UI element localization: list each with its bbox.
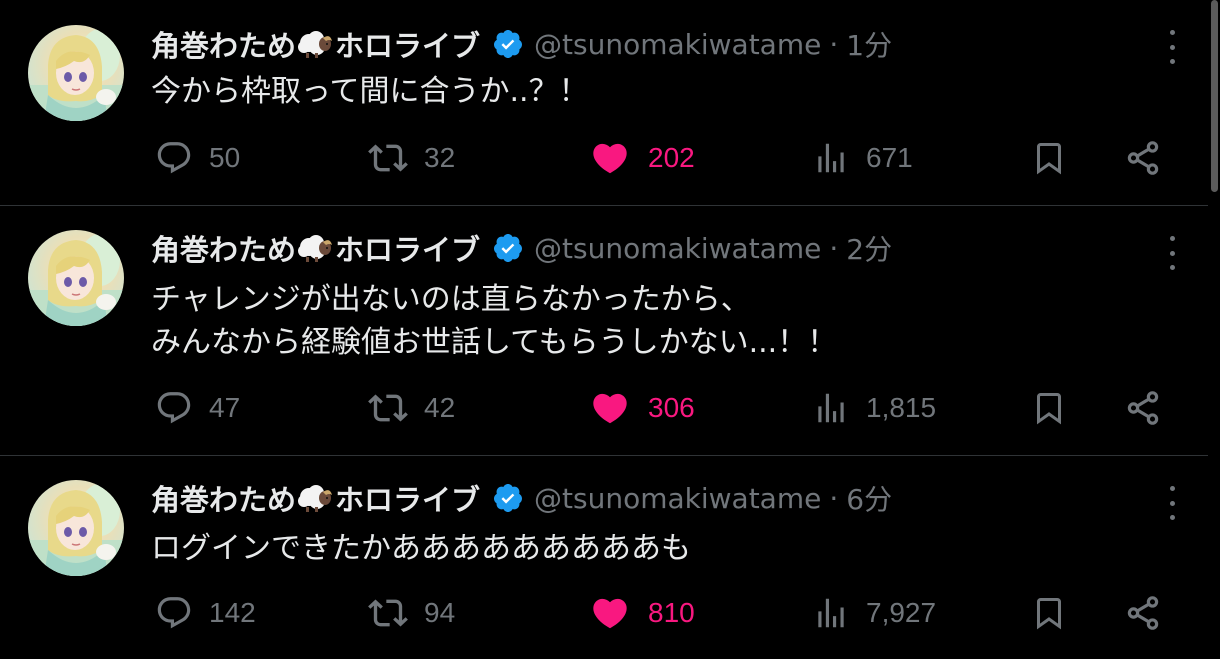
like-button[interactable]: 202 [590,136,695,180]
views-icon [818,393,844,423]
user-handle[interactable]: @tsunomakiwatame [534,28,821,61]
reply-count: 50 [209,142,241,173]
reply-icon [157,392,191,424]
heart-icon [593,598,627,629]
repost-icon [368,394,408,422]
tweet[interactable]: 角巻わため ホロライブ [0,207,1208,456]
verified-badge-icon [492,28,524,60]
repost-button[interactable]: 42 [368,386,455,430]
bookmark-icon [1037,143,1061,175]
separator-dot: · [829,231,839,265]
tweet-text-line: ログインできたかあああああああああも [151,531,691,566]
reply-button[interactable]: 50 [155,136,240,180]
bookmark-icon [1037,393,1061,425]
repost-icon [368,144,408,172]
more-icon[interactable] [1160,236,1184,270]
verified-badge-icon [492,482,524,514]
like-button[interactable]: 306 [590,386,695,430]
repost-button[interactable]: 94 [368,591,455,635]
separator-dot: · [829,27,839,61]
reply-button[interactable]: 47 [155,386,240,430]
tweet[interactable]: 角巻わため ホロライブ [0,457,1208,659]
bookmark-button[interactable] [1031,136,1067,180]
display-name-suffix[interactable]: ホロライブ [335,23,480,65]
bookmark-button[interactable] [1031,591,1067,635]
repost-count: 94 [424,597,456,628]
repost-count: 32 [424,142,456,173]
more-icon[interactable] [1160,30,1184,64]
scrollbar-thumb[interactable] [1211,0,1218,192]
display-name[interactable]: 角巻わため [151,227,296,269]
avatar[interactable] [28,480,124,576]
timeline-feed: 角巻わため ホロライブ @tsunomakiwatame · 1分 今から枠取っ… [0,0,1208,659]
repost-count: 42 [424,392,456,423]
reply-icon [157,597,191,629]
sheep-icon [296,483,334,513]
share-icon [1127,141,1159,175]
avatar[interactable] [28,230,124,326]
tweet-header: 角巻わため ホロライブ [151,24,892,64]
tweet-text-line: チャレンジが出ないのは直らなかったから、 [151,282,751,317]
views-button[interactable]: 1,815 [812,386,936,430]
action-bar: 50 32 202 671 [0,136,1208,180]
tweet-text: チャレンジが出ないのは直らなかったから、 みんなから経験値お世話してもらうしかな… [151,278,837,364]
views-count: 7,927 [866,597,937,628]
display-name-suffix[interactable]: ホロライブ [335,477,480,519]
repost-icon [368,599,408,627]
separator-dot: · [829,481,839,515]
display-name[interactable]: 角巻わため [151,23,296,65]
tweet-text: ログインできたかあああああああああも [151,527,691,570]
action-bar: 47 42 306 1,815 [0,386,1208,430]
repost-button[interactable]: 32 [368,136,455,180]
like-count: 202 [648,142,695,173]
views-icon [818,598,844,628]
bookmark-button[interactable] [1031,386,1067,430]
tweet[interactable]: 角巻わため ホロライブ [0,0,1208,206]
sheep-icon [296,29,334,59]
tweet-header: 角巻わため ホロライブ [151,228,892,268]
timestamp[interactable]: 6分 [846,478,892,518]
tweet-text-line: みんなから経験値お世話してもらうしかない...！！ [151,325,838,360]
tweet-text: 今から枠取って間に合うか..？！ [151,70,589,113]
tweet-text-line: 今から枠取って間に合うか..？！ [151,74,589,109]
heart-icon [593,143,627,174]
views-icon [818,143,844,173]
reply-count: 47 [209,392,241,423]
scrollbar[interactable] [1208,0,1220,659]
avatar[interactable] [28,25,124,121]
views-button[interactable]: 671 [812,136,913,180]
heart-icon [593,393,627,424]
share-button[interactable] [1124,591,1162,635]
timestamp[interactable]: 1分 [846,24,892,64]
views-button[interactable]: 7,927 [812,591,936,635]
display-name[interactable]: 角巻わため [151,477,296,519]
action-bar: 142 94 810 7,927 [0,591,1208,635]
tweet-header: 角巻わため ホロライブ [151,478,892,518]
timestamp[interactable]: 2分 [846,228,892,268]
views-count: 1,815 [866,392,937,423]
display-name-suffix[interactable]: ホロライブ [335,227,480,269]
bookmark-icon [1037,598,1061,630]
like-count: 810 [648,597,695,628]
sheep-icon [296,233,334,263]
verified-badge-icon [492,232,524,264]
reply-icon [157,142,191,174]
more-icon[interactable] [1160,486,1184,520]
like-count: 306 [648,392,695,423]
reply-button[interactable]: 142 [155,591,256,635]
user-handle[interactable]: @tsunomakiwatame [534,232,821,265]
share-icon [1127,596,1159,630]
views-count: 671 [866,142,913,173]
share-button[interactable] [1124,136,1162,180]
reply-count: 142 [209,597,256,628]
like-button[interactable]: 810 [590,591,695,635]
share-icon [1127,391,1159,425]
user-handle[interactable]: @tsunomakiwatame [534,482,821,515]
share-button[interactable] [1124,386,1162,430]
